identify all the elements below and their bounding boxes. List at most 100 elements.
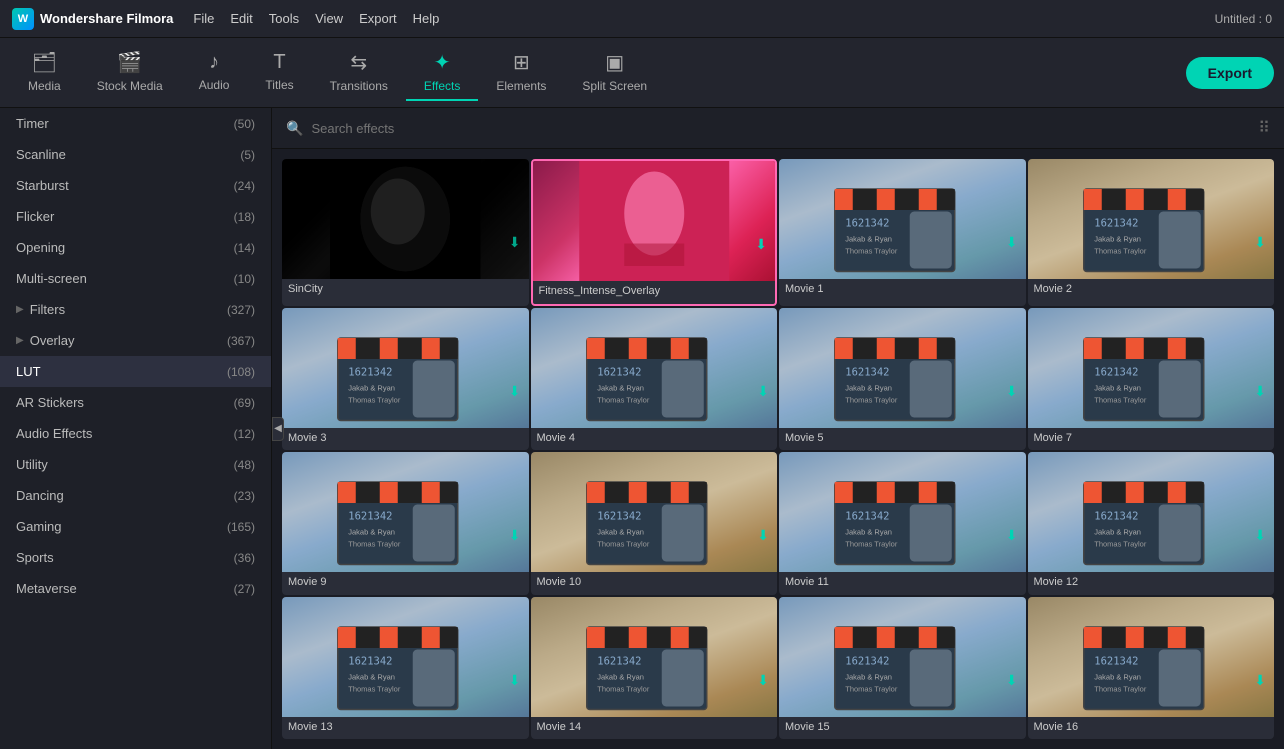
toolbar-item-audio[interactable]: ♪Audio <box>181 44 248 101</box>
toolbar-item-titles[interactable]: TTitles <box>247 44 311 101</box>
grid-item-movie13[interactable]: 1621342 Jakab & Ryan Thomas Traylor ⬇Mov… <box>282 597 529 740</box>
sidebar-item-opening[interactable]: Opening (14) <box>0 232 271 263</box>
toolbar-item-stock-media[interactable]: 🎬Stock Media <box>79 44 181 101</box>
toolbar-item-media[interactable]: 🗂Media <box>10 44 79 101</box>
toolbar-item-elements[interactable]: ⊞Elements <box>478 44 564 101</box>
grid-item-fitness[interactable]: ⬇ Fitness_Intense_Overlay <box>531 159 778 306</box>
sidebar-item-lut[interactable]: LUT(108) <box>0 356 271 387</box>
movie2-thumbnail: 1621342 Jakab & Ryan Thomas Traylor ⬇ <box>1028 159 1275 279</box>
content-area: 🔍 ⠿ ⬇SinCity ⬇ Fitness_Intense_Overlay <box>272 108 1284 749</box>
sidebar-item-scanline[interactable]: Scanline(5) <box>0 139 271 170</box>
svg-text:Jakab & Ryan: Jakab & Ryan <box>597 672 644 681</box>
sidebar-collapse-toggle[interactable]: ◀ <box>272 417 284 441</box>
movie10-download-icon[interactable]: ⬇ <box>757 527 769 544</box>
svg-text:1621342: 1621342 <box>348 511 392 523</box>
sidebar-item-starburst[interactable]: Starburst(24) <box>0 170 271 201</box>
sidebar-item-utility[interactable]: Utility(48) <box>0 449 271 480</box>
grid-item-movie7[interactable]: 1621342 Jakab & Ryan Thomas Traylor ⬇Mov… <box>1028 308 1275 451</box>
sidebar-item-timer[interactable]: Timer(50) <box>0 108 271 139</box>
movie14-download-icon[interactable]: ⬇ <box>757 672 769 689</box>
svg-text:Jakab & Ryan: Jakab & Ryan <box>1094 383 1141 392</box>
toolbar-item-split-screen[interactable]: ▣Split Screen <box>564 44 665 101</box>
toolbar-item-transitions[interactable]: ⇆Transitions <box>312 44 406 101</box>
toolbar-item-effects[interactable]: ✦Effects <box>406 44 478 101</box>
grid-item-movie9[interactable]: 1621342 Jakab & Ryan Thomas Traylor ⬇Mov… <box>282 452 529 595</box>
audio-effects-label: Audio Effects <box>16 426 92 441</box>
movie16-label: Movie 16 <box>1028 717 1275 737</box>
grid-item-movie2[interactable]: 1621342 Jakab & Ryan Thomas Traylor ⬇Mov… <box>1028 159 1275 306</box>
movie12-download-icon[interactable]: ⬇ <box>1254 527 1266 544</box>
svg-text:1621342: 1621342 <box>348 655 392 667</box>
sidebar-item-ar-stickers[interactable]: AR Stickers(69) <box>0 387 271 418</box>
sidebar-item-metaverse[interactable]: Metaverse(27) <box>0 573 271 604</box>
menu-bar: File Edit Tools View Export Help <box>193 11 439 26</box>
grid-item-movie15[interactable]: 1621342 Jakab & Ryan Thomas Traylor ⬇Mov… <box>779 597 1026 740</box>
toolbar-items: 🗂Media🎬Stock Media♪AudioTTitles⇆Transiti… <box>10 44 1186 101</box>
menu-item-file[interactable]: File <box>193 11 214 26</box>
grid-item-sincity[interactable]: ⬇SinCity <box>282 159 529 306</box>
movie14-label: Movie 14 <box>531 717 778 737</box>
grid-item-movie5[interactable]: 1621342 Jakab & Ryan Thomas Traylor ⬇Mov… <box>779 308 1026 451</box>
movie11-download-icon[interactable]: ⬇ <box>1006 527 1018 544</box>
menu-item-help[interactable]: Help <box>413 11 440 26</box>
search-input[interactable] <box>311 121 1250 136</box>
grid-item-movie11[interactable]: 1621342 Jakab & Ryan Thomas Traylor ⬇Mov… <box>779 452 1026 595</box>
menu-item-view[interactable]: View <box>315 11 343 26</box>
menu-item-export[interactable]: Export <box>359 11 397 26</box>
grid-item-movie1[interactable]: 1621342 Jakab & Ryan Thomas Traylor ⬇Mov… <box>779 159 1026 306</box>
main-content: Timer(50)Scanline(5)Starburst(24)Flicker… <box>0 108 1284 749</box>
app-logo: W Wondershare Filmora <box>12 8 173 30</box>
grid-item-movie10[interactable]: 1621342 Jakab & Ryan Thomas Traylor ⬇Mov… <box>531 452 778 595</box>
grid-item-movie4[interactable]: 1621342 Jakab & Ryan Thomas Traylor ⬇Mov… <box>531 308 778 451</box>
movie15-thumbnail: 1621342 Jakab & Ryan Thomas Traylor ⬇ <box>779 597 1026 717</box>
sidebar-item-filters[interactable]: ▶Filters(327) <box>0 294 271 325</box>
grid-item-movie12[interactable]: 1621342 Jakab & Ryan Thomas Traylor ⬇Mov… <box>1028 452 1275 595</box>
movie1-thumbnail: 1621342 Jakab & Ryan Thomas Traylor ⬇ <box>779 159 1026 279</box>
grid-item-movie16[interactable]: 1621342 Jakab & Ryan Thomas Traylor ⬇Mov… <box>1028 597 1275 740</box>
svg-text:Jakab & Ryan: Jakab & Ryan <box>845 235 892 244</box>
menu-item-edit[interactable]: Edit <box>230 11 252 26</box>
sidebar-item-dancing[interactable]: Dancing(23) <box>0 480 271 511</box>
multi-screen-count: (10) <box>234 272 255 286</box>
sidebar-item-gaming[interactable]: Gaming(165) <box>0 511 271 542</box>
grid-view-icon[interactable]: ⠿ <box>1258 118 1270 138</box>
movie2-download-icon[interactable]: ⬇ <box>1254 234 1266 251</box>
fitness-label: Fitness_Intense_Overlay <box>533 281 776 301</box>
sports-label: Sports <box>16 550 54 565</box>
sidebar-item-flicker[interactable]: Flicker(18) <box>0 201 271 232</box>
sidebar-item-sports[interactable]: Sports(36) <box>0 542 271 573</box>
opening-count: (14) <box>234 241 255 255</box>
opening-label: Opening <box>16 240 65 255</box>
sidebar-item-multi-screen[interactable]: Multi-screen (10) <box>0 263 271 294</box>
movie16-download-icon[interactable]: ⬇ <box>1254 672 1266 689</box>
movie5-label: Movie 5 <box>779 428 1026 448</box>
menu-item-tools[interactable]: Tools <box>269 11 299 26</box>
grid-item-movie3[interactable]: 1621342 Jakab & Ryan Thomas Traylor ⬇Mov… <box>282 308 529 451</box>
dancing-count: (23) <box>234 489 255 503</box>
movie1-download-icon[interactable]: ⬇ <box>1006 234 1018 251</box>
movie13-download-icon[interactable]: ⬇ <box>509 672 521 689</box>
grid-item-movie14[interactable]: 1621342 Jakab & Ryan Thomas Traylor ⬇Mov… <box>531 597 778 740</box>
sidebar-item-overlay[interactable]: ▶Overlay(367) <box>0 325 271 356</box>
transitions-icon: ⇆ <box>350 50 367 75</box>
elements-label: Elements <box>496 79 546 93</box>
movie16-thumbnail: 1621342 Jakab & Ryan Thomas Traylor ⬇ <box>1028 597 1275 717</box>
svg-text:Thomas Traylor: Thomas Traylor <box>845 684 898 693</box>
movie15-download-icon[interactable]: ⬇ <box>1006 672 1018 689</box>
movie5-download-icon[interactable]: ⬇ <box>1006 383 1018 400</box>
lut-count: (108) <box>227 365 255 379</box>
movie5-thumbnail: 1621342 Jakab & Ryan Thomas Traylor ⬇ <box>779 308 1026 428</box>
movie3-download-icon[interactable]: ⬇ <box>509 383 521 400</box>
sidebar-item-audio-effects[interactable]: Audio Effects(12) <box>0 418 271 449</box>
search-icon: 🔍 <box>286 120 303 137</box>
multi-screen-label: Multi-screen <box>16 271 87 286</box>
movie9-download-icon[interactable]: ⬇ <box>509 527 521 544</box>
fitness-download-icon[interactable]: ⬇ <box>755 236 767 253</box>
movie15-label: Movie 15 <box>779 717 1026 737</box>
svg-text:Jakab & Ryan: Jakab & Ryan <box>845 672 892 681</box>
movie7-download-icon[interactable]: ⬇ <box>1254 383 1266 400</box>
utility-count: (48) <box>234 458 255 472</box>
movie4-download-icon[interactable]: ⬇ <box>757 383 769 400</box>
export-button[interactable]: Export <box>1186 57 1274 89</box>
sincity-download-icon[interactable]: ⬇ <box>509 234 521 251</box>
